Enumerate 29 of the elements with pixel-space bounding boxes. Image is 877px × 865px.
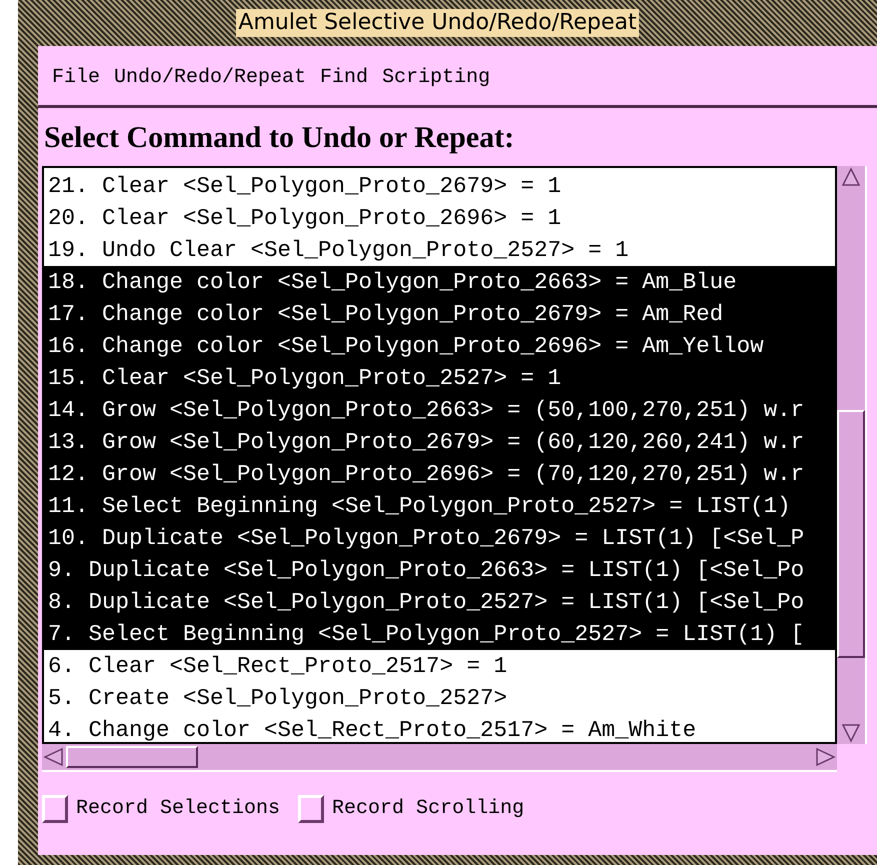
- checkbox-label: Record Scrolling: [332, 796, 524, 822]
- command-row[interactable]: 13. Grow <Sel_Polygon_Proto_2679> = (60,120,260,241) w.r: [44, 426, 835, 458]
- scroll-thumb[interactable]: [66, 746, 198, 768]
- horizontal-scrollbar[interactable]: [42, 744, 837, 772]
- scroll-left-icon[interactable]: [42, 746, 66, 768]
- scroll-up-icon[interactable]: [840, 166, 862, 188]
- menu-item[interactable]: Scripting: [382, 62, 490, 92]
- command-row[interactable]: 18. Change color <Sel_Polygon_Proto_2663> = Am_Blue: [44, 266, 835, 298]
- menu-item[interactable]: File: [52, 62, 100, 92]
- command-row[interactable]: 10. Duplicate <Sel_Polygon_Proto_2679> = LIST(1) [<Sel_P: [44, 522, 835, 554]
- scroll-thumb[interactable]: [837, 410, 865, 658]
- vertical-scrollbar[interactable]: [837, 166, 867, 744]
- command-row[interactable]: 9. Duplicate <Sel_Polygon_Proto_2663> = LIST(1) [<Sel_Po: [44, 554, 835, 586]
- command-row[interactable]: 15. Clear <Sel_Polygon_Proto_2527> = 1: [44, 362, 835, 394]
- command-row[interactable]: 11. Select Beginning <Sel_Polygon_Proto_2527> = LIST(1): [44, 490, 835, 522]
- checkbox[interactable]: [298, 795, 324, 823]
- command-row[interactable]: 8. Duplicate <Sel_Polygon_Proto_2527> = LIST(1) [<Sel_Po: [44, 586, 835, 618]
- command-row[interactable]: 14. Grow <Sel_Polygon_Proto_2663> = (50,100,270,251) w.r: [44, 394, 835, 426]
- menu-item[interactable]: Undo/Redo/Repeat: [114, 62, 306, 92]
- checkbox[interactable]: [42, 795, 68, 823]
- command-row[interactable]: 16. Change color <Sel_Polygon_Proto_2696> = Am_Yellow: [44, 330, 835, 362]
- menu-item[interactable]: Find: [320, 62, 368, 92]
- command-row[interactable]: 12. Grow <Sel_Polygon_Proto_2696> = (70,120,270,251) w.r: [44, 458, 835, 490]
- list-heading: Select Command to Undo or Repeat:: [43, 120, 516, 156]
- window-title: Amulet Selective Undo/Redo/Repeat: [236, 9, 639, 37]
- checkbox-label: Record Selections: [76, 796, 280, 822]
- command-row[interactable]: 17. Change color <Sel_Polygon_Proto_2679> = Am_Red: [44, 298, 835, 330]
- command-row[interactable]: 7. Select Beginning <Sel_Polygon_Proto_2527> = LIST(1) [: [44, 618, 835, 650]
- scroll-down-icon[interactable]: [840, 722, 862, 744]
